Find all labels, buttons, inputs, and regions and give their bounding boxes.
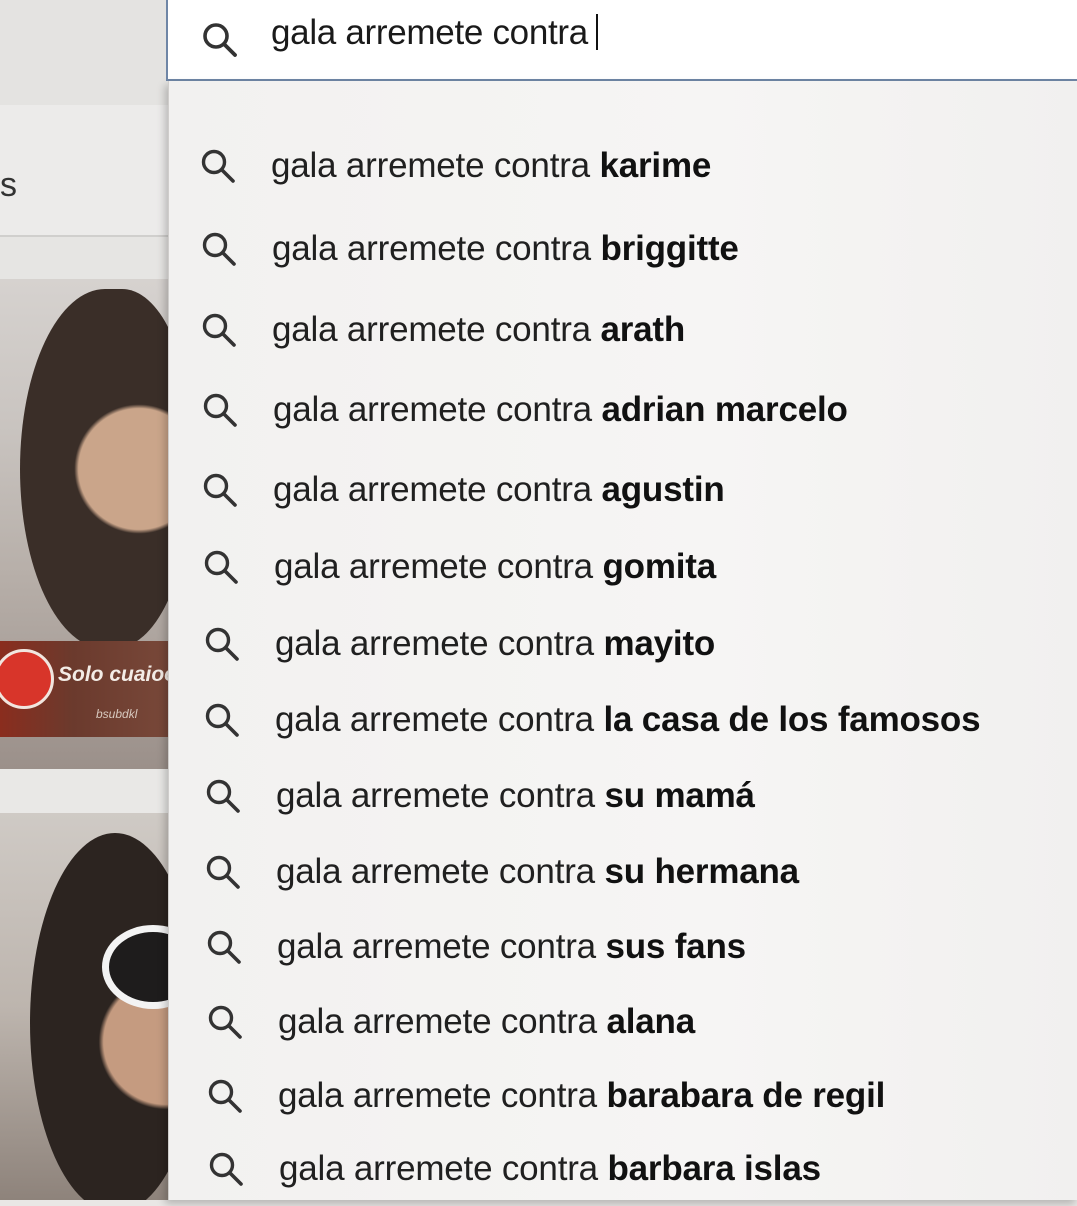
suggestion-text: gala arremete contra mayito (275, 624, 715, 664)
video-thumbnail[interactable] (0, 813, 190, 1200)
search-box[interactable]: gala arremete contra (166, 0, 1077, 81)
search-icon (199, 389, 241, 431)
text-caret (595, 14, 598, 50)
suggestion-prefix: gala arremete contra (275, 700, 604, 739)
suggestion-item[interactable]: gala arremete contra su mamá (169, 759, 1077, 833)
nav-bar-fragment (0, 105, 170, 237)
suggestion-completion: arath (600, 310, 686, 349)
suggestion-completion: briggitte (600, 229, 739, 268)
suggestion-text: gala arremete contra adrian marcelo (273, 390, 848, 430)
search-icon (203, 926, 245, 968)
search-icon (202, 775, 244, 817)
suggestion-text: gala arremete contra su hermana (276, 852, 799, 892)
divider-strip (0, 237, 170, 279)
suggestion-item[interactable]: gala arremete contra la casa de los famo… (169, 683, 1077, 757)
suggestion-item[interactable]: gala arremete contra arath (169, 293, 1077, 367)
search-icon (199, 469, 241, 511)
suggestion-completion: la casa de los famosos (603, 700, 981, 739)
thumbnail-gap (0, 769, 182, 813)
suggestion-completion: agustin (601, 470, 725, 509)
search-icon (198, 228, 240, 270)
suggestion-prefix: gala arremete contra (273, 390, 602, 429)
suggestion-completion: alana (606, 1002, 695, 1041)
search-icon (202, 851, 244, 893)
suggestion-prefix: gala arremete contra (276, 776, 605, 815)
suggestion-item[interactable]: gala arremete contra gomita (169, 530, 1077, 604)
suggestion-prefix: gala arremete contra (272, 310, 601, 349)
suggestion-prefix: gala arremete contra (275, 624, 604, 663)
page-header-background (0, 0, 170, 105)
suggestion-text: gala arremete contra alana (278, 1002, 695, 1042)
suggestion-completion: barbara islas (607, 1149, 821, 1188)
suggestion-item[interactable]: gala arremete contra mayito (169, 607, 1077, 681)
suggestion-completion: su mamá (604, 776, 755, 815)
suggestion-text: gala arremete contra agustin (273, 470, 725, 510)
suggestion-item[interactable]: gala arremete contra sus fans (169, 910, 1077, 984)
suggestion-item[interactable]: gala arremete contra adrian marcelo (169, 373, 1077, 447)
search-query-text: gala arremete contra (271, 13, 588, 52)
suggestion-completion: barabara de regil (606, 1076, 886, 1115)
search-icon (201, 623, 243, 665)
suggestion-item[interactable]: gala arremete contra karime (169, 129, 1077, 203)
suggestion-text: gala arremete contra barbara islas (279, 1149, 821, 1189)
thumbnail-person-image (30, 833, 190, 1200)
suggestion-completion: sus fans (605, 927, 746, 966)
suggestion-prefix: gala arremete contra (271, 146, 600, 185)
video-thumbnail[interactable]: Solo cuaioota bsubdkl (0, 279, 182, 769)
thumbnail-banner-subtext: bsubdkl (96, 707, 138, 721)
suggestion-completion: mayito (603, 624, 716, 663)
search-input[interactable]: gala arremete contra (271, 13, 598, 53)
suggestion-item[interactable]: gala arremete contra barbara islas (169, 1132, 1077, 1206)
search-icon (201, 699, 243, 741)
suggestion-prefix: gala arremete contra (272, 229, 601, 268)
search-icon[interactable] (198, 18, 242, 62)
suggestion-text: gala arremete contra su mamá (276, 776, 755, 816)
nav-text-fragment: s (0, 166, 17, 204)
suggestion-prefix: gala arremete contra (276, 852, 605, 891)
suggestion-prefix: gala arremete contra (274, 547, 603, 586)
search-icon (204, 1075, 246, 1117)
suggestion-completion: gomita (602, 547, 717, 586)
suggestion-completion: adrian marcelo (601, 390, 848, 429)
suggestion-prefix: gala arremete contra (279, 1149, 608, 1188)
suggestion-prefix: gala arremete contra (273, 470, 602, 509)
search-icon (198, 309, 240, 351)
suggestion-text: gala arremete contra barabara de regil (278, 1076, 885, 1116)
suggestion-text: gala arremete contra karime (271, 146, 711, 186)
thumbnail-person-image (20, 289, 182, 649)
suggestion-item[interactable]: gala arremete contra alana (169, 985, 1077, 1059)
thumbnail-banner-text: Solo cuaioota (58, 663, 182, 686)
suggestion-text: gala arremete contra gomita (274, 547, 716, 587)
suggestion-text: gala arremete contra arath (272, 310, 685, 350)
search-icon (204, 1001, 246, 1043)
suggestion-text: gala arremete contra briggitte (272, 229, 739, 269)
search-icon (197, 145, 239, 187)
search-suggestions-dropdown: gala arremete contra karime gala arremete… (168, 81, 1077, 1200)
suggestion-text: gala arremete contra sus fans (277, 927, 746, 967)
search-icon (205, 1148, 247, 1190)
suggestion-text: gala arremete contra la casa de los famo… (275, 700, 981, 740)
suggestion-prefix: gala arremete contra (278, 1002, 607, 1041)
suggestion-completion: su hermana (604, 852, 799, 891)
suggestion-item[interactable]: gala arremete contra su hermana (169, 835, 1077, 909)
search-icon (200, 546, 242, 588)
suggestion-completion: karime (599, 146, 712, 185)
suggestion-item[interactable]: gala arremete contra barabara de regil (169, 1059, 1077, 1133)
suggestion-prefix: gala arremete contra (277, 927, 606, 966)
suggestion-item[interactable]: gala arremete contra briggitte (169, 212, 1077, 286)
suggestion-prefix: gala arremete contra (278, 1076, 607, 1115)
suggestion-item[interactable]: gala arremete contra agustin (169, 453, 1077, 527)
